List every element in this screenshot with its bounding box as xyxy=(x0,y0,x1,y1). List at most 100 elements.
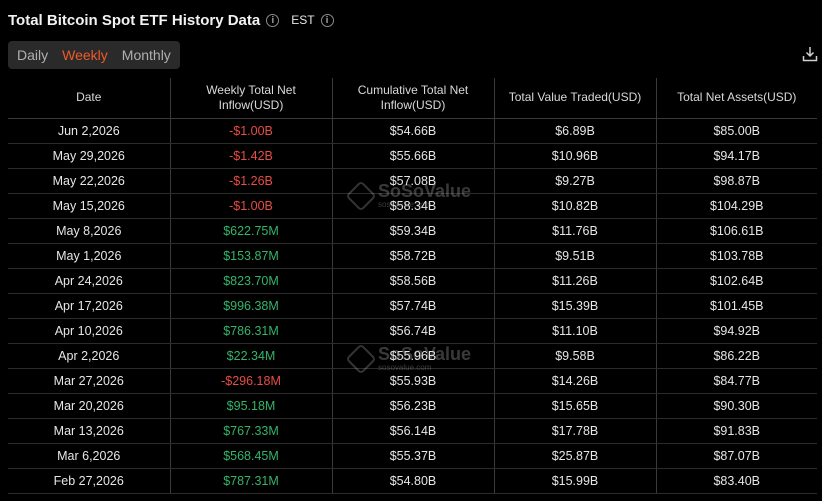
cell-cumulative-inflow: $56.23B xyxy=(331,393,494,419)
table-row: Apr 2,2026 $22.34M $55.96B $9.58B $86.22B xyxy=(8,343,817,369)
table-body: Jun 2,2026 -$1.00B $54.66B $6.89B $85.00B May… xyxy=(8,118,817,494)
cell-value-traded: $9.51B xyxy=(493,243,656,269)
cell-weekly-inflow: $767.33M xyxy=(169,418,332,444)
cell-value-traded: $11.10B xyxy=(493,318,656,344)
cell-weekly-inflow: $95.18M xyxy=(169,393,332,419)
tab-weekly[interactable]: Weekly xyxy=(55,41,115,69)
etf-history-panel: Total Bitcoin Spot ETF History Data i ES… xyxy=(0,0,822,501)
table-row: Jun 2,2026 -$1.00B $54.66B $6.89B $85.00B xyxy=(8,118,817,144)
cell-value-traded: $10.96B xyxy=(493,143,656,169)
history-table: Date Weekly Total Net Inflow(USD) Cumula… xyxy=(8,78,817,494)
cell-date: Mar 27,2026 xyxy=(8,368,170,394)
cell-weekly-inflow: $622.75M xyxy=(169,218,332,244)
table-row: Mar 27,2026 -$296.18M $55.93B $14.26B $84.77… xyxy=(8,368,817,394)
cell-weekly-inflow: $823.70M xyxy=(169,268,332,294)
download-icon[interactable] xyxy=(802,46,818,62)
cell-net-assets: $104.29B xyxy=(655,193,817,219)
cell-cumulative-inflow: $55.96B xyxy=(331,343,494,369)
cell-value-traded: $15.65B xyxy=(493,393,656,419)
cell-net-assets: $106.61B xyxy=(655,218,817,244)
cell-net-assets: $91.83B xyxy=(655,418,817,444)
period-tabs: Daily Weekly Monthly xyxy=(8,41,180,69)
cell-weekly-inflow: -$1.26B xyxy=(169,168,332,194)
cell-value-traded: $15.99B xyxy=(493,468,656,494)
cell-net-assets: $86.22B xyxy=(655,343,817,369)
table-row: Mar 13,2026 $767.33M $56.14B $17.78B $91.83B xyxy=(8,418,817,444)
timezone-label: EST xyxy=(291,13,315,27)
cell-date: Apr 2,2026 xyxy=(8,343,170,369)
column-header-cumulative-inflow[interactable]: Cumulative Total Net Inflow(USD) xyxy=(331,78,494,119)
cell-net-assets: $87.07B xyxy=(655,443,817,469)
cell-weekly-inflow: $153.87M xyxy=(169,243,332,269)
cell-cumulative-inflow: $58.34B xyxy=(331,193,494,219)
cell-cumulative-inflow: $57.74B xyxy=(331,293,494,319)
cell-date: Apr 10,2026 xyxy=(8,318,170,344)
cell-value-traded: $9.27B xyxy=(493,168,656,194)
cell-date: May 8,2026 xyxy=(8,218,170,244)
cell-weekly-inflow: -$296.18M xyxy=(169,368,332,394)
cell-net-assets: $94.17B xyxy=(655,143,817,169)
cell-value-traded: $9.58B xyxy=(493,343,656,369)
cell-value-traded: $17.78B xyxy=(493,418,656,444)
cell-date: Mar 13,2026 xyxy=(8,418,170,444)
cell-weekly-inflow: $996.38M xyxy=(169,293,332,319)
cell-value-traded: $14.26B xyxy=(493,368,656,394)
cell-net-assets: $90.30B xyxy=(655,393,817,419)
cell-value-traded: $6.89B xyxy=(493,118,656,144)
cell-weekly-inflow: -$1.00B xyxy=(169,193,332,219)
table-row: Apr 24,2026 $823.70M $58.56B $11.26B $102.64… xyxy=(8,268,817,294)
cell-cumulative-inflow: $58.72B xyxy=(331,243,494,269)
cell-weekly-inflow: -$1.42B xyxy=(169,143,332,169)
cell-date: Jun 2,2026 xyxy=(8,118,170,144)
cell-date: Feb 27,2026 xyxy=(8,468,170,494)
cell-cumulative-inflow: $56.14B xyxy=(331,418,494,444)
cell-date: Mar 20,2026 xyxy=(8,393,170,419)
table-row: May 29,2026 -$1.42B $55.66B $10.96B $94.17B xyxy=(8,143,817,169)
cell-cumulative-inflow: $58.56B xyxy=(331,268,494,294)
table-header-row: Date Weekly Total Net Inflow(USD) Cumula… xyxy=(8,78,817,119)
timezone-info-icon[interactable]: i xyxy=(320,13,334,27)
column-header-value-traded[interactable]: Total Value Traded(USD) xyxy=(493,78,656,119)
cell-date: Apr 24,2026 xyxy=(8,268,170,294)
cell-cumulative-inflow: $54.66B xyxy=(331,118,494,144)
tab-daily[interactable]: Daily xyxy=(10,41,55,69)
cell-value-traded: $11.26B xyxy=(493,268,656,294)
cell-net-assets: $103.78B xyxy=(655,243,817,269)
table-row: May 1,2026 $153.87M $58.72B $9.51B $103.78B xyxy=(8,243,817,269)
cell-cumulative-inflow: $54.80B xyxy=(331,468,494,494)
cell-weekly-inflow: $787.31M xyxy=(169,468,332,494)
cell-cumulative-inflow: $55.37B xyxy=(331,443,494,469)
tab-monthly[interactable]: Monthly xyxy=(115,41,178,69)
cell-net-assets: $84.77B xyxy=(655,368,817,394)
cell-date: May 29,2026 xyxy=(8,143,170,169)
cell-net-assets: $101.45B xyxy=(655,293,817,319)
cell-net-assets: $94.92B xyxy=(655,318,817,344)
cell-value-traded: $10.82B xyxy=(493,193,656,219)
column-header-net-assets[interactable]: Total Net Assets(USD) xyxy=(655,78,817,119)
table-row: Mar 20,2026 $95.18M $56.23B $15.65B $90.30B xyxy=(8,393,817,419)
cell-weekly-inflow: -$1.00B xyxy=(169,118,332,144)
cell-net-assets: $83.40B xyxy=(655,468,817,494)
cell-date: May 22,2026 xyxy=(8,168,170,194)
info-icon[interactable]: i xyxy=(266,13,280,27)
cell-cumulative-inflow: $57.08B xyxy=(331,168,494,194)
page-title: Total Bitcoin Spot ETF History Data xyxy=(8,11,261,29)
cell-weekly-inflow: $786.31M xyxy=(169,318,332,344)
history-table-container: Date Weekly Total Net Inflow(USD) Cumula… xyxy=(8,78,817,494)
table-row: Feb 27,2026 $787.31M $54.80B $15.99B $83.40B xyxy=(8,468,817,494)
column-header-date[interactable]: Date xyxy=(8,78,170,119)
cell-net-assets: $102.64B xyxy=(655,268,817,294)
cell-value-traded: $25.87B xyxy=(493,443,656,469)
cell-value-traded: $11.76B xyxy=(493,218,656,244)
cell-weekly-inflow: $568.45M xyxy=(169,443,332,469)
cell-cumulative-inflow: $55.66B xyxy=(331,143,494,169)
table-row: Apr 17,2026 $996.38M $57.74B $15.39B $101.45… xyxy=(8,293,817,319)
panel-header: Total Bitcoin Spot ETF History Data i ES… xyxy=(8,9,334,31)
cell-cumulative-inflow: $59.34B xyxy=(331,218,494,244)
cell-net-assets: $98.87B xyxy=(655,168,817,194)
column-header-weekly-inflow[interactable]: Weekly Total Net Inflow(USD) xyxy=(169,78,332,119)
table-row: May 22,2026 -$1.26B $57.08B $9.27B $98.87B xyxy=(8,168,817,194)
cell-date: May 15,2026 xyxy=(8,193,170,219)
cell-net-assets: $85.00B xyxy=(655,118,817,144)
table-row: May 15,2026 -$1.00B $58.34B $10.82B $104.29B xyxy=(8,193,817,219)
